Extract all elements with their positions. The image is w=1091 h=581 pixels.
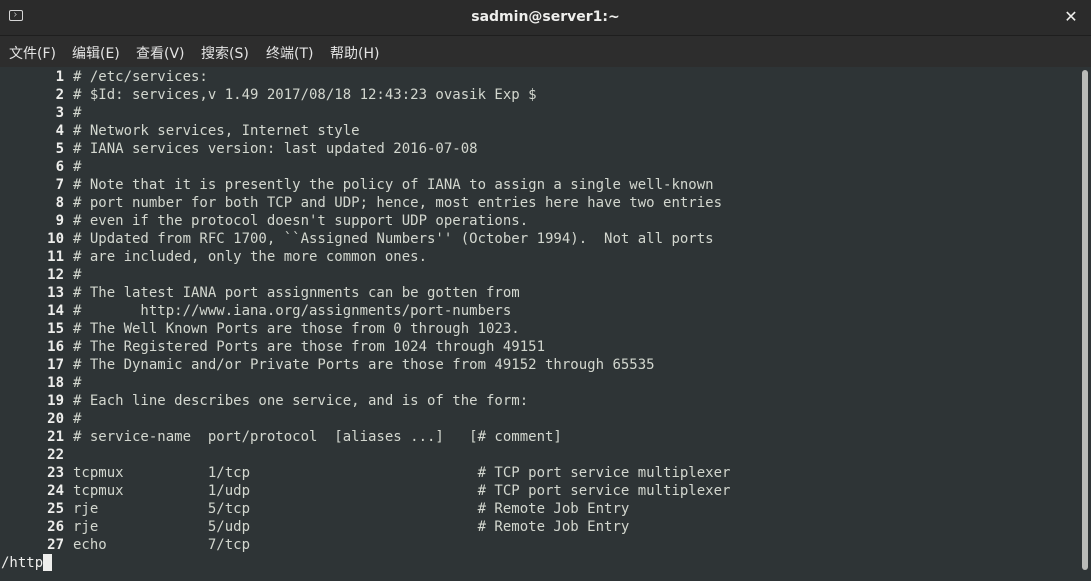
file-line: 8 # port number for both TCP and UDP; hen…: [0, 194, 722, 212]
line-number: 23: [47, 465, 64, 481]
line-text: # /etc/services:: [73, 69, 208, 85]
line-text: # The Well Known Ports are those from 0 …: [73, 321, 520, 337]
line-text: # service-name port/protocol [aliases ..…: [73, 429, 562, 445]
line-text: # are included, only the more common one…: [73, 249, 428, 265]
file-line: 25 rje 5/tcp # Remote Job Entry: [0, 500, 629, 518]
file-line: 19 # Each line describes one service, and…: [0, 392, 528, 410]
file-line: 13 # The latest IANA port assignments can…: [0, 284, 520, 302]
line-number: 7: [55, 177, 64, 193]
menu-terminal[interactable]: 终端(T): [266, 43, 313, 63]
line-text: # The Registered Ports are those from 10…: [73, 339, 546, 355]
menu-edit[interactable]: 编辑(E): [72, 43, 120, 63]
line-number: 16: [47, 339, 64, 355]
file-line: 12 #: [0, 266, 81, 284]
line-text: #: [73, 375, 82, 391]
line-text: tcpmux 1/udp # TCP port service multiple…: [73, 483, 731, 499]
file-line: 24 tcpmux 1/udp # TCP port service multip…: [0, 482, 730, 500]
file-line: 4 # Network services, Internet style: [0, 122, 360, 140]
line-text: # Network services, Internet style: [73, 123, 360, 139]
line-text: # http://www.iana.org/assignments/port-n…: [73, 303, 512, 319]
file-line: 16 # The Registered Ports are those from …: [0, 338, 545, 356]
file-line: 2 # $Id: services,v 1.49 2017/08/18 12:43…: [0, 86, 537, 104]
line-text: #: [73, 105, 82, 121]
line-number: 13: [47, 285, 64, 301]
line-number: 18: [47, 375, 64, 391]
line-number: 24: [47, 483, 64, 499]
file-line: 17 # The Dynamic and/or Private Ports are…: [0, 356, 655, 374]
line-text: # Note that it is presently the policy o…: [73, 177, 714, 193]
line-number: 6: [55, 159, 64, 175]
file-line: 11 # are included, only the more common o…: [0, 248, 427, 266]
file-line: 22: [0, 446, 73, 464]
line-text: # Updated from RFC 1700, ``Assigned Numb…: [73, 231, 714, 247]
line-number: 21: [47, 429, 64, 445]
scrollbar[interactable]: [1082, 70, 1088, 570]
file-line: 9 # even if the protocol doesn't support …: [0, 212, 529, 230]
line-number: 14: [47, 303, 64, 319]
menu-file[interactable]: 文件(F): [9, 43, 56, 63]
file-line: 23 tcpmux 1/tcp # TCP port service multip…: [0, 464, 730, 482]
file-line: 15 # The Well Known Ports are those from …: [0, 320, 520, 338]
line-number: 19: [47, 393, 64, 409]
line-number: 12: [47, 267, 64, 283]
line-number: 5: [55, 141, 64, 157]
line-text: # even if the protocol doesn't support U…: [73, 213, 529, 229]
file-line: 3 #: [0, 104, 82, 122]
title-bar: sadmin@server1:~ ✕: [0, 0, 1091, 36]
line-text: #: [73, 411, 82, 427]
line-text: tcpmux 1/tcp # TCP port service multiple…: [73, 465, 731, 481]
file-line: 5 # IANA services version: last updated 2…: [0, 140, 478, 158]
menu-search[interactable]: 搜索(S): [201, 43, 249, 63]
search-command: /http: [1, 555, 44, 571]
line-text: # The Dynamic and/or Private Ports are t…: [73, 357, 655, 373]
line-number: 8: [55, 195, 64, 211]
line-text: rje 5/tcp # Remote Job Entry: [73, 501, 630, 517]
line-number: 4: [55, 123, 64, 139]
line-text: # Each line describes one service, and i…: [73, 393, 529, 409]
line-number: 9: [55, 213, 64, 229]
line-number: 2: [55, 87, 64, 103]
file-line: 14 # http://www.iana.org/assignments/port…: [0, 302, 511, 320]
line-text: # IANA services version: last updated 20…: [73, 141, 478, 157]
close-button[interactable]: ✕: [1061, 7, 1081, 27]
line-text: [64, 447, 73, 463]
line-number: 22: [47, 447, 64, 463]
line-text: echo 7/tcp: [73, 537, 251, 553]
menu-bar: 文件(F) 编辑(E) 查看(V) 搜索(S) 终端(T) 帮助(H): [0, 36, 1091, 67]
window-title: sadmin@server1:~: [471, 9, 620, 25]
file-line: 26 rje 5/udp # Remote Job Entry: [0, 518, 629, 536]
command-line[interactable]: /http: [1, 554, 53, 572]
line-number: 17: [47, 357, 64, 373]
file-line: 20 #: [0, 410, 81, 428]
file-line: 10 # Updated from RFC 1700, ``Assigned Nu…: [0, 230, 714, 248]
line-text: # The latest IANA port assignments can b…: [73, 285, 520, 301]
line-text: # port number for both TCP and UDP; henc…: [73, 195, 723, 211]
line-number: 26: [47, 519, 64, 535]
file-line: 6 #: [0, 158, 82, 176]
file-line: 1 # /etc/services:: [0, 68, 208, 86]
line-number: 3: [55, 105, 64, 121]
file-line: 21 # service-name port/protocol [aliases …: [0, 428, 562, 446]
line-number: 27: [47, 537, 64, 553]
line-number: 15: [47, 321, 64, 337]
file-line: 7 # Note that it is presently the policy …: [0, 176, 714, 194]
line-text: #: [73, 267, 82, 283]
line-number: 10: [47, 231, 64, 247]
line-number: 1: [55, 69, 64, 85]
file-line: 27 echo 7/tcp: [0, 536, 250, 554]
text-cursor: [43, 554, 53, 571]
line-text: #: [73, 159, 82, 175]
line-number: 11: [47, 249, 64, 265]
line-text: rje 5/udp # Remote Job Entry: [73, 519, 630, 535]
file-line: 18 #: [0, 374, 81, 392]
line-text: # $Id: services,v 1.49 2017/08/18 12:43:…: [73, 87, 537, 103]
menu-help[interactable]: 帮助(H): [330, 43, 379, 63]
menu-view[interactable]: 查看(V): [136, 43, 185, 63]
line-number: 25: [47, 501, 64, 517]
line-number: 20: [47, 411, 64, 427]
